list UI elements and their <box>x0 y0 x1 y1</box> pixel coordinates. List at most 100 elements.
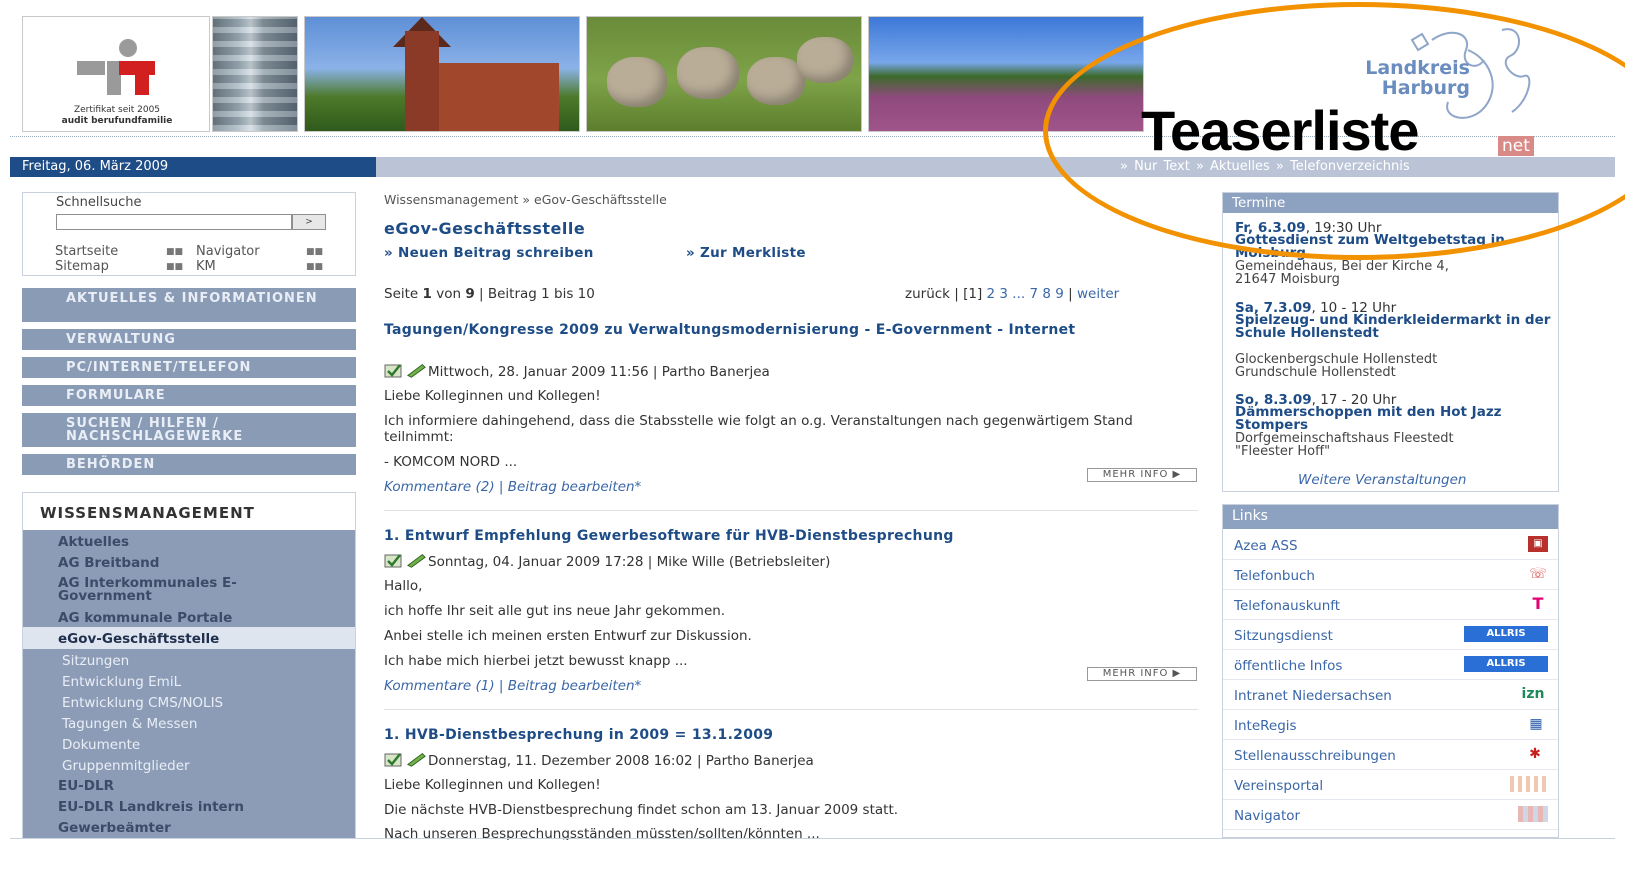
article-title[interactable]: 1. Entwurf Empfehlung Gewerbesoftware fü… <box>384 528 1184 544</box>
wm-item[interactable]: AG kommunale Portale <box>58 611 232 625</box>
pencil-icon[interactable] <box>406 751 426 767</box>
logo-text-line1: Zertifikat seit 2005 <box>73 105 161 115</box>
comments-link[interactable]: Kommentare (2) <box>384 479 495 495</box>
separator-icon: ■■ <box>166 262 184 272</box>
quicksearch-label: Schnellsuche <box>56 195 142 210</box>
allris-icon: ALLRIS <box>1464 656 1548 672</box>
more-events-link[interactable]: Weitere Veranstaltungen <box>1298 472 1466 488</box>
wm-item-active[interactable]: eGov-Geschäftsstelle <box>58 632 219 646</box>
article-divider <box>384 709 1198 710</box>
article-text: Liebe Kolleginnen und Kollegen! <box>384 777 601 793</box>
link-item[interactable]: Telefonauskunft T <box>1223 590 1558 620</box>
article-text: ich hoffe Ihr seit alle gut ins neue Jah… <box>384 603 726 619</box>
article-meta: Donnerstag, 11. Dezember 2008 16:02 | Pa… <box>384 751 814 769</box>
link-item[interactable]: Azea ASS ▣ <box>1223 530 1558 560</box>
breadcrumb[interactable]: Wissensmanagement » eGov-Geschäftsstelle <box>384 192 667 207</box>
wm-subitem[interactable]: Entwicklung EmiL <box>62 675 181 689</box>
nav-suchen[interactable]: SUCHEN / HILFEN / NACHSCHLAGEWERKE <box>22 413 356 447</box>
bookmark-link[interactable]: » Zur Merkliste <box>686 245 806 261</box>
izn-icon: izn <box>1521 686 1545 702</box>
header-image-building <box>212 16 298 132</box>
book-icon: ▣ <box>1528 536 1548 552</box>
allris-icon: ALLRIS <box>1464 626 1548 642</box>
link-item[interactable]: Stellenausschreibungen ✱ <box>1223 740 1558 770</box>
article-divider <box>384 510 1198 511</box>
header-image-church <box>304 16 580 132</box>
wm-item[interactable]: AG Breitband <box>58 556 159 570</box>
event-location: Grundschule Hollenstedt <box>1235 365 1396 380</box>
pager-next[interactable]: weiter <box>1077 286 1119 302</box>
checkmark-icon <box>384 364 402 378</box>
link-sitemap[interactable]: Sitemap <box>55 259 109 274</box>
link-item[interactable]: öffentliche Infos ALLRIS <box>1223 650 1558 680</box>
pager-pages[interactable]: 2 3 ... 7 8 9 <box>987 286 1064 302</box>
pager-back[interactable]: zurück | [1] <box>905 286 987 302</box>
links-label: Links <box>1232 508 1268 524</box>
people-icon: ✱ <box>1529 746 1541 762</box>
link-km[interactable]: KM <box>196 259 216 274</box>
wm-subitem[interactable]: Entwicklung CMS/NOLIS <box>62 696 223 710</box>
wm-item[interactable]: Aktuelles <box>58 535 129 549</box>
comments-link[interactable]: Kommentare (1) <box>384 678 495 694</box>
nav-aktuelles[interactable]: AKTUELLES & INFORMATIONEN <box>22 288 356 322</box>
teaserliste-label: Teaserliste <box>1141 99 1419 162</box>
link-item[interactable]: Sitzungsdienst ALLRIS <box>1223 620 1558 650</box>
new-post-link[interactable]: » Neuen Beitrag schreiben <box>384 245 594 261</box>
article-text: Die nächste HVB-Dienstbesprechung findet… <box>384 802 899 818</box>
nav-behoerden[interactable]: BEHÖRDEN <box>22 454 356 475</box>
pager-info: Seite 1 von 9 | Beitrag 1 bis 10 <box>384 286 595 302</box>
wissensmanagement-title: WISSENSMANAGEMENT <box>40 504 255 522</box>
link-navigator[interactable]: Navigator <box>196 244 260 259</box>
separator-icon: ■■ <box>306 262 324 272</box>
wm-subitem[interactable]: Gruppenmitglieder <box>62 759 190 773</box>
edit-post-link[interactable]: Beitrag bearbeiten* <box>508 479 642 495</box>
event-title[interactable]: Spielzeug- und Kinderkleidermarkt in der… <box>1235 313 1555 340</box>
link-item[interactable]: Navigator <box>1223 800 1558 830</box>
wm-item[interactable]: AG Interkommunales E-Government <box>58 576 318 603</box>
link-item[interactable]: InteRegis ▦ <box>1223 710 1558 740</box>
link-item[interactable]: Telefonbuch ☏ <box>1223 560 1558 590</box>
link-item[interactable]: Vereinsportal <box>1223 770 1558 800</box>
checkmark-icon <box>384 554 402 568</box>
article-title[interactable]: Tagungen/Kongresse 2009 zu Verwaltungsmo… <box>384 322 1184 338</box>
portal-icon <box>1510 776 1548 792</box>
pencil-icon[interactable] <box>406 552 426 568</box>
nav-pc-internet[interactable]: PC/INTERNET/TELEFON <box>22 357 356 378</box>
pager-links: zurück | [1] 2 3 ... 7 8 9 | weiter <box>905 286 1120 302</box>
quicksearch-input[interactable] <box>56 214 292 230</box>
page-bottom-edge <box>10 838 1615 839</box>
event-title[interactable]: Dämmerschoppen mit den Hot Jazz Stompers <box>1235 405 1555 432</box>
page-title: eGov-Geschäftsstelle <box>384 219 586 238</box>
map-icon: ▦ <box>1529 716 1543 732</box>
more-info-button[interactable]: MEHR INFO ▶ <box>1087 468 1197 482</box>
wm-item[interactable]: Gewerbeämter <box>58 821 171 835</box>
article-text: Hallo, <box>384 578 423 594</box>
wm-subitem[interactable]: Sitzungen <box>62 654 129 668</box>
telekom-icon: T <box>1532 594 1544 613</box>
article-title[interactable]: 1. HVB-Dienstbesprechung in 2009 = 13.1.… <box>384 727 1184 743</box>
article-footer: Kommentare (1) | Beitrag bearbeiten* <box>384 678 642 694</box>
more-info-button[interactable]: MEHR INFO ▶ <box>1087 667 1197 681</box>
links-header <box>1223 505 1558 529</box>
article-meta: Mittwoch, 28. Januar 2009 11:56 | Partho… <box>384 362 770 380</box>
article-meta: Sonntag, 04. Januar 2009 17:28 | Mike Wi… <box>384 552 830 570</box>
edit-post-link[interactable]: Beitrag bearbeiten* <box>508 678 642 694</box>
wm-subitem[interactable]: Dokumente <box>62 738 140 752</box>
link-startseite[interactable]: Startseite <box>55 244 118 259</box>
wm-subitem[interactable]: Tagungen & Messen <box>62 717 197 731</box>
nav-verwaltung[interactable]: VERWALTUNG <box>22 329 356 350</box>
phone-icon: ☏ <box>1529 566 1547 582</box>
wm-item[interactable]: EU-DLR Landkreis intern <box>58 800 244 814</box>
link-item[interactable]: Intranet Niedersachsen izn <box>1223 680 1558 710</box>
checkmark-icon <box>384 753 402 767</box>
quicksearch-go-button[interactable]: > <box>292 214 326 230</box>
article-text: Anbei stelle ich meinen ersten Entwurf z… <box>384 628 752 644</box>
wm-item[interactable]: EU-DLR <box>58 779 114 793</box>
pencil-icon[interactable] <box>406 362 426 378</box>
header-image-sheep <box>586 16 862 132</box>
article-footer: Kommentare (2) | Beitrag bearbeiten* <box>384 479 642 495</box>
nav-formulare[interactable]: FORMULARE <box>22 385 356 406</box>
event-location: "Fleester Hoff" <box>1235 444 1331 459</box>
article-text: Liebe Kolleginnen und Kollegen! <box>384 388 601 404</box>
article-text: - KOMCOM NORD ... <box>384 454 518 470</box>
